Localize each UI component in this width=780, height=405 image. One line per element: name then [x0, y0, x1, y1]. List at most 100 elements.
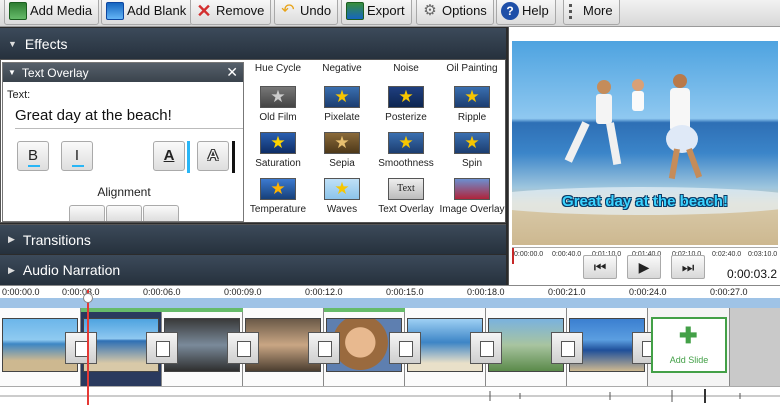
help-icon: ? [501, 1, 519, 20]
add-blank-icon [106, 1, 124, 20]
undo-button[interactable]: ↶ Undo [274, 0, 339, 25]
outline-color-button[interactable]: A [197, 141, 229, 171]
timeline-track-strip [0, 298, 780, 308]
child-body [632, 91, 644, 111]
transition-icon[interactable] [227, 332, 259, 364]
add-media-label: Add Media [30, 3, 93, 18]
person-leg [668, 148, 680, 180]
effect-hue-cycle[interactable]: Hue Cycle [246, 63, 310, 74]
effect-old-film[interactable]: ★ Old Film [246, 86, 310, 132]
add-media-button[interactable]: Add Media [4, 0, 100, 25]
undo-label: Undo [300, 3, 332, 18]
timeline-tick: 0:00:18.0 [467, 287, 505, 297]
effect-image-overlay[interactable]: Image Overlay [439, 178, 505, 224]
transition-icon[interactable] [470, 332, 502, 364]
audio-track[interactable] [0, 386, 780, 405]
skip-forward-button[interactable]: ⏭ [671, 255, 705, 279]
remove-label: Remove [216, 3, 265, 18]
effect-waves[interactable]: ★ Waves [310, 178, 374, 224]
more-icon [568, 2, 572, 20]
effect-pixelate[interactable]: ★ Pixelate [310, 86, 374, 132]
align-right-button[interactable] [143, 205, 179, 221]
ruler-tick: 0:00:40.0 [552, 251, 582, 258]
effect-text-overlay[interactable]: Text Text Overlay [374, 178, 438, 224]
effect-spin[interactable]: ★ Spin [440, 132, 504, 178]
transition-icon[interactable] [65, 332, 97, 364]
spin-thumbnail: ★ [454, 132, 490, 154]
audio-narration-title: Audio Narration [22, 262, 121, 278]
child-head [632, 79, 644, 91]
effect-smoothness[interactable]: ★ Smoothness [374, 132, 438, 178]
effect-posterize[interactable]: ★ Posterize [374, 86, 438, 132]
align-center-button[interactable] [106, 205, 142, 221]
help-label: Help [522, 3, 549, 18]
export-button[interactable]: Export [341, 0, 412, 25]
timeline-tick: 0:00:09.0 [224, 287, 262, 297]
text-color-swatch [187, 141, 190, 173]
effect-indicator [162, 308, 243, 312]
timeline-tick: 0:00:24.0 [629, 287, 667, 297]
effects-header[interactable]: ▼ Effects [0, 28, 506, 59]
options-button[interactable]: ⚙ Options [416, 0, 494, 25]
toolbar: Add Media Add Blank ✕ Remove ↶ Undo Expo… [0, 0, 780, 27]
italic-button[interactable]: I [61, 141, 93, 171]
transition-icon[interactable] [146, 332, 178, 364]
remove-button[interactable]: ✕ Remove [190, 0, 272, 25]
more-label: More [583, 3, 613, 18]
transitions-header[interactable]: ▶ Transitions [0, 224, 506, 254]
undo-icon: ↶ [281, 1, 295, 19]
plus-icon: ✚ [679, 323, 698, 348]
text-overlay-panel: ▼ Text Overlay ✕ Text: Great day at the … [2, 62, 244, 222]
add-slide-button[interactable]: ✚ Add Slide [651, 317, 727, 373]
text-overlay-header[interactable]: ▼ Text Overlay ✕ [3, 63, 243, 82]
beach-scene [512, 74, 778, 215]
add-slide-label: Add Slide [669, 355, 709, 365]
effect-negative[interactable]: Negative [310, 63, 374, 74]
text-label: Text: [7, 89, 31, 101]
skip-back-button[interactable]: ⏮ [583, 255, 617, 279]
timeline-tick: 0:00:00.0 [2, 287, 40, 297]
effects-title: Effects [24, 35, 68, 52]
more-button[interactable]: More [563, 0, 620, 25]
timeline-tick: 0:00:27.0 [710, 287, 748, 297]
effect-saturation[interactable]: ★ Saturation [246, 132, 310, 178]
export-label: Export [367, 3, 405, 18]
playhead-handle[interactable] [83, 293, 93, 303]
timeline-tick: 0:00:03.0 [62, 287, 100, 297]
transition-icon[interactable] [308, 332, 340, 364]
ruler-tick: 0:00:00.0 [514, 251, 544, 258]
effect-indicator [324, 308, 405, 312]
outline-color-swatch [232, 141, 235, 173]
expand-arrow-icon: ▶ [8, 264, 15, 275]
bold-button[interactable]: B [17, 141, 49, 171]
preview-panel: Great day at the beach! 0:00:00.0 0:00:4… [508, 27, 780, 285]
overlay-caption: Great day at the beach! [562, 193, 728, 210]
close-icon[interactable]: ✕ [226, 64, 238, 81]
transition-icon[interactable] [551, 332, 583, 364]
audio-narration-header[interactable]: ▶ Audio Narration [0, 255, 506, 285]
timeline-ruler[interactable]: 0:00:00.0 0:00:03.0 0:00:06.0 0:00:09.0 … [0, 285, 780, 298]
options-label: Options [442, 3, 487, 18]
effect-temperature[interactable]: ★ Temperature [246, 178, 310, 224]
play-button[interactable]: ▶ [627, 255, 661, 279]
ruler-tick: 0:02:40.0 [712, 251, 742, 258]
add-blank-button[interactable]: Add Blank [101, 0, 194, 25]
old-film-thumbnail: ★ [260, 86, 296, 108]
effect-ripple[interactable]: ★ Ripple [440, 86, 504, 132]
timeline-playhead[interactable] [87, 290, 89, 405]
collapse-arrow-icon: ▼ [8, 68, 16, 77]
overlay-text-input[interactable]: Great day at the beach! [15, 107, 243, 129]
effect-label: Posterize [385, 112, 427, 123]
help-button[interactable]: ? Help [496, 0, 556, 25]
ripple-thumbnail: ★ [454, 86, 490, 108]
align-left-button[interactable] [69, 205, 105, 221]
effect-sepia[interactable]: ★ Sepia [310, 132, 374, 178]
effect-noise[interactable]: Noise [374, 63, 438, 74]
effect-label: Spin [461, 158, 482, 169]
person-body [596, 94, 612, 124]
temperature-thumbnail: ★ [260, 178, 296, 200]
transitions-title: Transitions [22, 231, 91, 248]
text-color-button[interactable]: A [153, 141, 185, 171]
effect-oil-painting[interactable]: Oil Painting [440, 63, 504, 74]
transition-icon[interactable] [389, 332, 421, 364]
